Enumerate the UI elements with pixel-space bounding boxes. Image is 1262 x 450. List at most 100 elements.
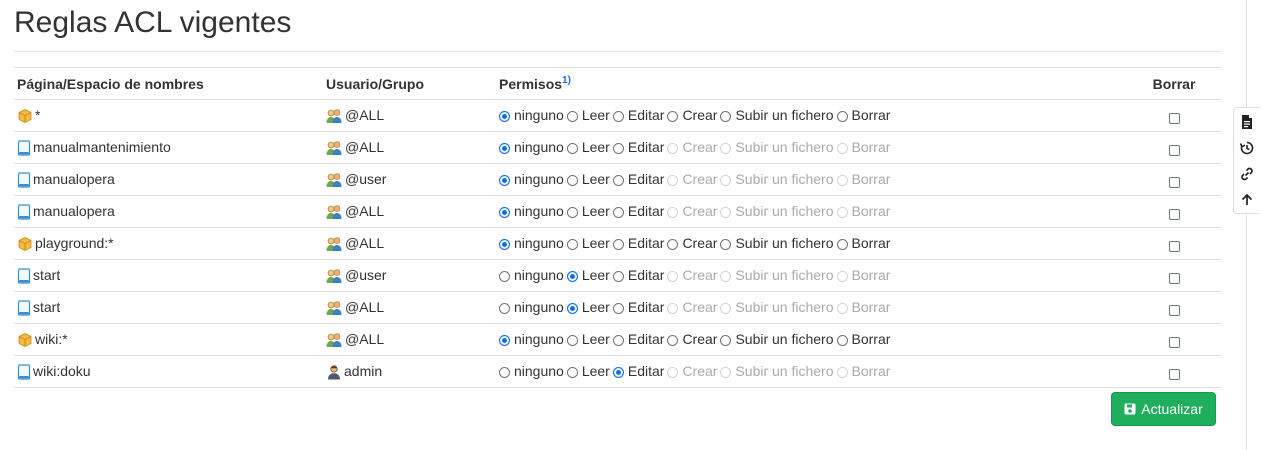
- perm-radio: [836, 366, 848, 378]
- perm-radio[interactable]: [667, 238, 679, 250]
- perm-option-read[interactable]: Leer: [566, 363, 610, 379]
- perm-radio[interactable]: [566, 334, 578, 346]
- perm-radio[interactable]: [566, 238, 578, 250]
- perm-radio[interactable]: [499, 142, 510, 154]
- perm-radio[interactable]: [499, 270, 510, 282]
- perm-option-none[interactable]: ninguno: [499, 139, 564, 155]
- perm-option-delete[interactable]: Borrar: [836, 235, 890, 251]
- perm-option-none[interactable]: ninguno: [499, 267, 564, 283]
- perm-radio[interactable]: [566, 302, 578, 314]
- acl-page-name: start: [33, 266, 61, 283]
- perm-radio[interactable]: [612, 238, 624, 250]
- perm-radio[interactable]: [720, 110, 732, 122]
- perm-radio[interactable]: [612, 110, 624, 122]
- perm-radio[interactable]: [720, 334, 732, 346]
- delete-checkbox[interactable]: [1168, 240, 1180, 252]
- acl-perms-cell: ninguno Leer Editar Crear Subir un fichero Bo…: [488, 99, 1124, 132]
- acl-delete-cell: [1124, 355, 1221, 388]
- perm-option-read[interactable]: Leer: [566, 235, 610, 251]
- perm-option-create[interactable]: Crear: [667, 107, 717, 123]
- acl-user-name: @ALL: [345, 330, 385, 347]
- perm-radio[interactable]: [836, 110, 848, 122]
- delete-checkbox[interactable]: [1168, 272, 1180, 284]
- perm-radio[interactable]: [612, 142, 624, 154]
- perm-radio[interactable]: [499, 366, 510, 378]
- delete-checkbox[interactable]: [1168, 112, 1180, 124]
- delete-checkbox[interactable]: [1168, 208, 1180, 220]
- perm-option-none[interactable]: ninguno: [499, 107, 564, 123]
- perm-option-edit[interactable]: Editar: [612, 171, 664, 187]
- perm-option-upload[interactable]: Subir un fichero: [720, 331, 834, 347]
- link-icon[interactable]: [1239, 166, 1255, 182]
- perm-option-read[interactable]: Leer: [566, 267, 610, 283]
- perm-radio[interactable]: [612, 206, 624, 218]
- perm-radio[interactable]: [612, 302, 624, 314]
- perm-option-none[interactable]: ninguno: [499, 235, 564, 251]
- delete-checkbox[interactable]: [1168, 336, 1180, 348]
- delete-checkbox[interactable]: [1168, 304, 1180, 316]
- perm-option-read[interactable]: Leer: [566, 331, 610, 347]
- perm-option-edit[interactable]: Editar: [612, 107, 664, 123]
- perm-option-edit[interactable]: Editar: [612, 203, 664, 219]
- perm-radio[interactable]: [499, 334, 510, 346]
- perm-option-upload[interactable]: Subir un fichero: [720, 235, 834, 251]
- delete-checkbox[interactable]: [1168, 368, 1180, 380]
- perm-option-none[interactable]: ninguno: [499, 299, 564, 315]
- perm-radio[interactable]: [836, 238, 848, 250]
- perm-radio[interactable]: [566, 206, 578, 218]
- perm-radio[interactable]: [499, 110, 510, 122]
- history-icon[interactable]: [1239, 140, 1255, 156]
- perm-radio[interactable]: [499, 238, 510, 250]
- perm-radio[interactable]: [667, 334, 679, 346]
- update-button[interactable]: Actualizar: [1111, 392, 1216, 426]
- perm-option-create[interactable]: Crear: [667, 235, 717, 251]
- delete-checkbox[interactable]: [1168, 176, 1180, 188]
- perm-radio[interactable]: [566, 142, 578, 154]
- perm-option-none[interactable]: ninguno: [499, 171, 564, 187]
- perm-option-none[interactable]: ninguno: [499, 331, 564, 347]
- perm-radio[interactable]: [566, 270, 578, 282]
- perm-radio[interactable]: [499, 302, 510, 314]
- perm-radio[interactable]: [836, 334, 848, 346]
- document-icon[interactable]: [1239, 114, 1255, 130]
- perm-option-upload[interactable]: Subir un fichero: [720, 107, 834, 123]
- perm-label: ninguno: [514, 267, 564, 284]
- perm-radio[interactable]: [720, 238, 732, 250]
- perm-option-edit[interactable]: Editar: [612, 363, 664, 379]
- acl-header-row: Página/Espacio de nombres Usuario/Grupo …: [14, 67, 1221, 100]
- perm-option-read[interactable]: Leer: [566, 171, 610, 187]
- perm-label: Crear: [682, 203, 718, 220]
- perm-radio[interactable]: [612, 174, 624, 186]
- namespace-icon: [17, 107, 35, 124]
- perm-option-upload: Subir un fichero: [720, 139, 834, 155]
- perm-option-edit[interactable]: Editar: [612, 139, 664, 155]
- arrow-up-icon[interactable]: [1239, 192, 1255, 208]
- perm-option-upload: Subir un fichero: [720, 171, 834, 187]
- perm-option-edit[interactable]: Editar: [612, 331, 664, 347]
- perm-radio[interactable]: [499, 174, 510, 186]
- perm-option-none[interactable]: ninguno: [499, 363, 564, 379]
- perm-option-edit[interactable]: Editar: [612, 267, 664, 283]
- perm-radio[interactable]: [667, 110, 679, 122]
- perm-radio[interactable]: [612, 366, 624, 378]
- perm-option-edit[interactable]: Editar: [612, 299, 664, 315]
- perm-option-read[interactable]: Leer: [566, 203, 610, 219]
- footnote-link[interactable]: 1): [562, 75, 571, 86]
- perm-option-none[interactable]: ninguno: [499, 203, 564, 219]
- perm-option-create[interactable]: Crear: [667, 331, 717, 347]
- acl-user-name: @ALL: [345, 234, 385, 251]
- perm-radio[interactable]: [566, 366, 578, 378]
- perm-label: Borrar: [851, 203, 891, 220]
- perm-option-read[interactable]: Leer: [566, 139, 610, 155]
- perm-option-read[interactable]: Leer: [566, 299, 610, 315]
- perm-radio[interactable]: [612, 270, 624, 282]
- perm-option-delete[interactable]: Borrar: [836, 331, 890, 347]
- delete-checkbox[interactable]: [1168, 144, 1180, 156]
- perm-option-edit[interactable]: Editar: [612, 235, 664, 251]
- perm-radio[interactable]: [499, 206, 510, 218]
- perm-radio[interactable]: [612, 334, 624, 346]
- perm-option-read[interactable]: Leer: [566, 107, 610, 123]
- perm-option-delete[interactable]: Borrar: [836, 107, 890, 123]
- perm-radio[interactable]: [566, 174, 578, 186]
- perm-radio[interactable]: [566, 110, 578, 122]
